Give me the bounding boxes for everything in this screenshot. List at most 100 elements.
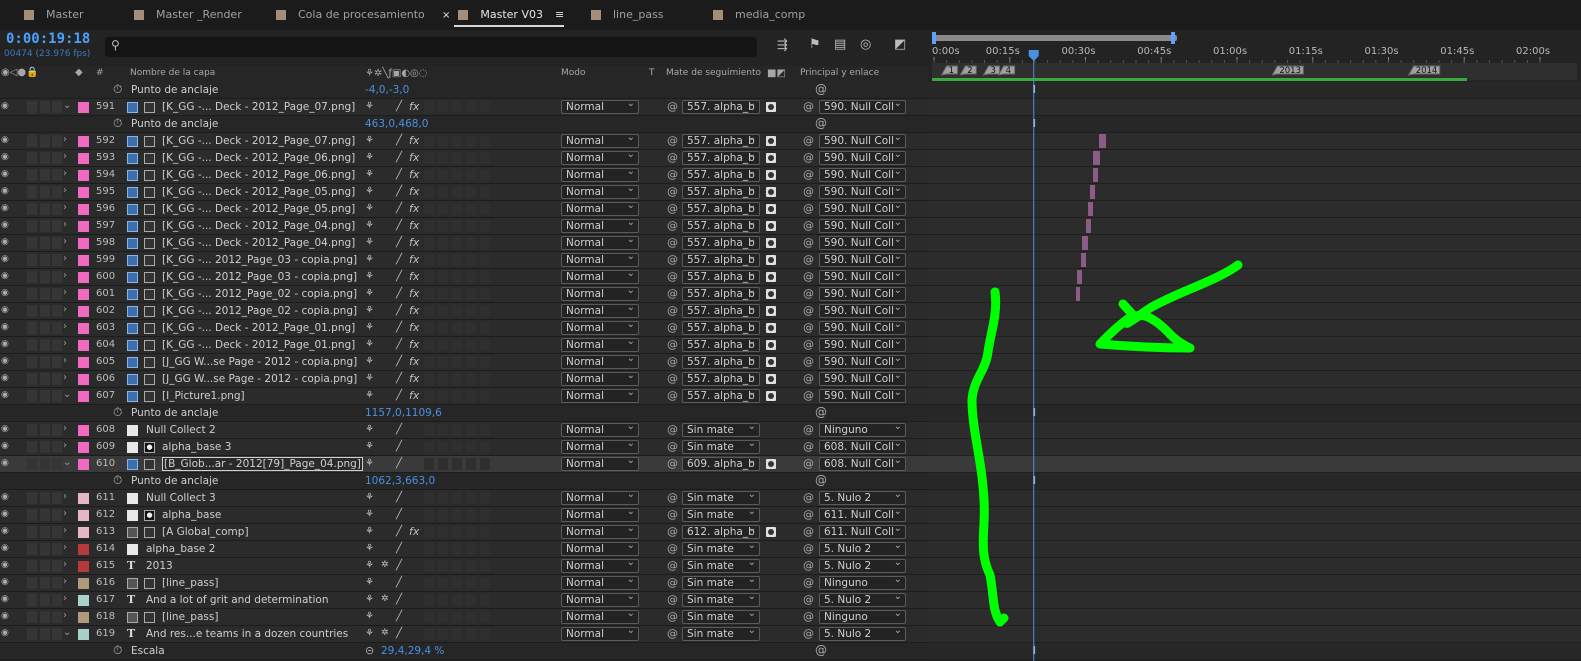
collapse-switch-icon[interactable]: ✲ bbox=[381, 560, 389, 570]
switch-cell[interactable] bbox=[40, 373, 50, 385]
layer-duration-bar[interactable] bbox=[1093, 168, 1098, 182]
switch-cell[interactable] bbox=[424, 152, 434, 164]
quality-switch-icon[interactable]: ╱ bbox=[396, 424, 402, 435]
parent-pickwhip-icon[interactable]: @ bbox=[803, 321, 814, 334]
shy-switch-icon[interactable]: ⚘ bbox=[365, 237, 374, 248]
parent-select[interactable]: 590. Null Coll bbox=[819, 355, 906, 369]
property-value[interactable]: -4,0,-3,0 bbox=[365, 84, 409, 96]
switch-cell[interactable] bbox=[40, 237, 50, 249]
chevron-right-icon[interactable]: › bbox=[63, 610, 67, 621]
switch-cell[interactable] bbox=[424, 220, 434, 232]
switch-cell[interactable] bbox=[480, 373, 490, 385]
switch-cell[interactable] bbox=[27, 322, 37, 334]
tab-close-icon[interactable]: × bbox=[442, 10, 450, 21]
layer-name[interactable]: [K_GG -... Deck - 2012_Page_07.png] bbox=[162, 101, 355, 113]
layer-name[interactable]: [A Global_comp] bbox=[162, 526, 249, 538]
layer-row[interactable]: ◉ › 600 [K_GG -... 2012_Page_03 - copia.png… bbox=[0, 268, 928, 286]
switch-cell[interactable] bbox=[27, 543, 37, 555]
switch-cell[interactable] bbox=[424, 203, 434, 215]
switch-cell[interactable] bbox=[40, 152, 50, 164]
chevron-down-icon[interactable]: ⌄ bbox=[63, 627, 71, 638]
layer-row[interactable]: ◉ › 616 [line_pass] ⚘ ╱ Normal @ Sin mate @ Ningun… bbox=[0, 574, 928, 592]
effects-switch-icon[interactable]: fx bbox=[409, 304, 419, 317]
col-mode[interactable]: Modo bbox=[561, 68, 586, 78]
switch-cell[interactable] bbox=[466, 577, 476, 589]
pickwhip-icon[interactable]: @ bbox=[667, 423, 678, 436]
quality-switch-icon[interactable]: ╱ bbox=[396, 492, 402, 503]
switch-cell[interactable] bbox=[452, 390, 462, 402]
track-matte-select[interactable]: Sin mate bbox=[682, 627, 760, 641]
switch-cell[interactable] bbox=[466, 526, 476, 538]
layer-row[interactable]: ◉ › 602 [K_GG -... 2012_Page_02 - copia.png… bbox=[0, 302, 928, 320]
quality-switch-icon[interactable]: ╱ bbox=[396, 288, 402, 299]
switch-cell[interactable] bbox=[40, 220, 50, 232]
parent-pickwhip-icon[interactable]: @ bbox=[803, 576, 814, 589]
visibility-eye-icon[interactable]: ◉ bbox=[1, 254, 9, 264]
expression-icon[interactable]: @ bbox=[815, 116, 827, 130]
stopwatch-icon[interactable]: ⏱ bbox=[113, 116, 122, 131]
switch-cell[interactable] bbox=[466, 424, 476, 436]
parent-select[interactable]: 590. Null Coll bbox=[819, 134, 906, 148]
tab-master-render[interactable]: Master _Render bbox=[134, 0, 242, 30]
switch-cell[interactable] bbox=[466, 322, 476, 334]
switch-cell[interactable] bbox=[52, 288, 62, 300]
switch-cell[interactable] bbox=[480, 322, 490, 334]
pickwhip-icon[interactable]: @ bbox=[667, 593, 678, 606]
switch-cell[interactable] bbox=[466, 186, 476, 198]
switch-cell[interactable] bbox=[424, 543, 434, 555]
switch-cell[interactable] bbox=[27, 135, 37, 147]
switch-cell[interactable] bbox=[452, 305, 462, 317]
parent-select[interactable]: 5. Nulo 2 bbox=[819, 542, 906, 556]
label-color-swatch[interactable] bbox=[78, 561, 89, 572]
switch-cell[interactable] bbox=[40, 458, 50, 470]
switch-cell[interactable] bbox=[52, 152, 62, 164]
effects-switch-icon[interactable]: fx bbox=[409, 525, 419, 538]
layer-duration-bar[interactable] bbox=[1086, 219, 1091, 233]
layer-search-input[interactable]: ⚲ bbox=[105, 37, 757, 57]
switch-cell[interactable] bbox=[466, 135, 476, 147]
blend-mode-select[interactable]: Normal bbox=[561, 336, 639, 352]
switch-cell[interactable] bbox=[480, 390, 490, 402]
shy-switch-icon[interactable]: ⚘ bbox=[365, 271, 374, 282]
switch-cell[interactable] bbox=[27, 288, 37, 300]
switch-cell[interactable] bbox=[438, 203, 448, 215]
timeline-track[interactable] bbox=[928, 507, 1581, 524]
parent-select[interactable]: 590. Null Coll bbox=[819, 287, 906, 301]
switch-cell[interactable] bbox=[466, 543, 476, 555]
shy-switch-icon[interactable]: ⚘ bbox=[365, 543, 374, 554]
blend-mode-select[interactable]: Normal bbox=[561, 353, 639, 369]
switch-cell[interactable] bbox=[452, 101, 462, 113]
visibility-eye-icon[interactable]: ◉ bbox=[1, 441, 9, 451]
parent-select[interactable]: 590. Null Coll bbox=[819, 338, 906, 352]
matte-alpha-icon[interactable] bbox=[766, 306, 776, 316]
pickwhip-icon[interactable]: @ bbox=[667, 372, 678, 385]
layer-name[interactable]: alpha_base 2 bbox=[146, 543, 215, 555]
timeline-track[interactable] bbox=[928, 286, 1581, 303]
visibility-eye-icon[interactable]: ◉ bbox=[1, 135, 9, 145]
switch-cell[interactable] bbox=[438, 560, 448, 572]
timeline-track[interactable] bbox=[928, 490, 1581, 507]
visibility-eye-icon[interactable]: ◉ bbox=[1, 458, 9, 468]
switch-cell[interactable] bbox=[424, 101, 434, 113]
parent-select[interactable]: 5. Nulo 2 bbox=[819, 627, 906, 641]
switch-cell[interactable] bbox=[40, 560, 50, 572]
track-matte-select[interactable]: 557. alpha_b bbox=[682, 185, 760, 199]
pickwhip-icon[interactable]: @ bbox=[667, 287, 678, 300]
timeline-track[interactable] bbox=[928, 524, 1581, 541]
pickwhip-icon[interactable]: @ bbox=[667, 185, 678, 198]
shy-switch-icon[interactable]: ⚘ bbox=[365, 373, 374, 384]
switch-cell[interactable] bbox=[438, 441, 448, 453]
shy-switch-icon[interactable]: ⚘ bbox=[365, 424, 374, 435]
layer-row[interactable]: ◉ › 598 [K_GG -... Deck - 2012_Page_04.png]… bbox=[0, 234, 928, 252]
switch-cell[interactable] bbox=[438, 237, 448, 249]
switch-cell[interactable] bbox=[27, 237, 37, 249]
parent-pickwhip-icon[interactable]: @ bbox=[803, 134, 814, 147]
chevron-right-icon[interactable]: › bbox=[63, 253, 67, 264]
quality-switch-icon[interactable]: ╱ bbox=[396, 135, 402, 146]
label-color-swatch[interactable] bbox=[78, 459, 89, 470]
visibility-eye-icon[interactable]: ◉ bbox=[1, 526, 9, 536]
switch-cell[interactable] bbox=[480, 441, 490, 453]
layer-name[interactable]: And a lot of grit and determination bbox=[146, 594, 329, 606]
layer-row[interactable]: ◉ › 601 [K_GG -... 2012_Page_02 - copia.png… bbox=[0, 285, 928, 303]
parent-select[interactable]: 590. Null Coll bbox=[819, 253, 906, 267]
